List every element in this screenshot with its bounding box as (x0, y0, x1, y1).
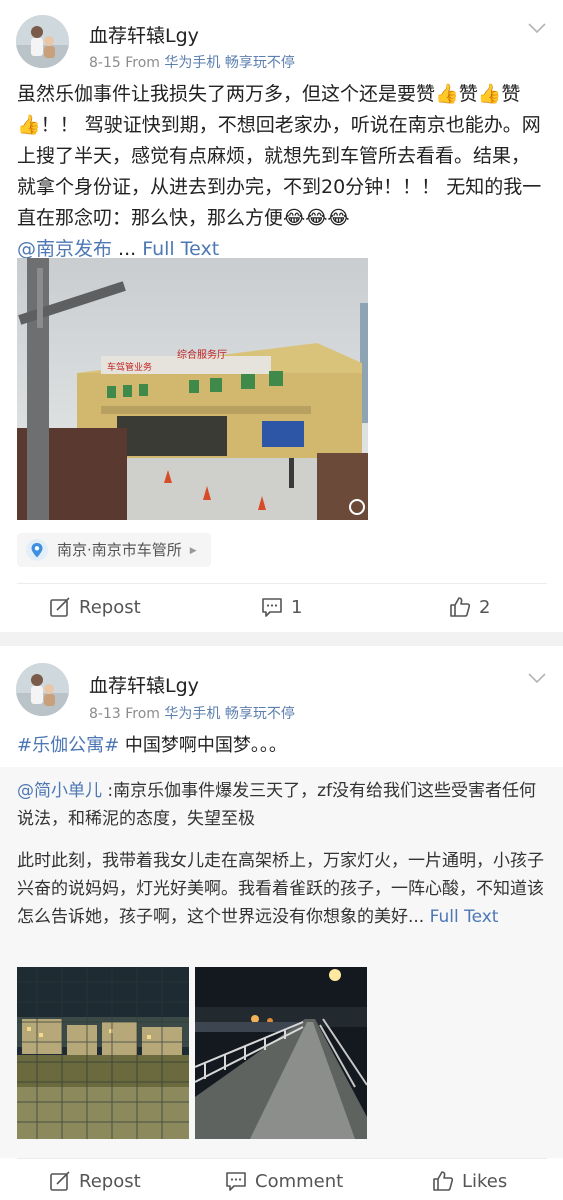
author-name[interactable]: 血荐轩辕Lgy (89, 671, 199, 698)
comment-label: Comment (255, 1170, 344, 1192)
post-text-part: 赞 (458, 83, 478, 105)
author-avatar[interactable] (16, 15, 69, 68)
post-separator (0, 632, 563, 646)
triangle-right-icon: ▶ (189, 545, 197, 556)
post-date: 8-13 (89, 706, 121, 722)
quoted-text: @简小单儿 :南京乐伽事件爆发三天了，zf没有给我们这些受害者任何说法，和稀泥的… (17, 777, 547, 931)
post-text: #乐伽公寓# 中国梦啊中国梦。。。 (17, 732, 287, 760)
repost-button[interactable]: Repost (49, 1170, 141, 1192)
comment-button[interactable]: Comment (225, 1170, 343, 1192)
post-meta: 8-13 From 华为手机 畅享玩不停 (89, 703, 295, 723)
location-tag[interactable]: 南京·南京市车管所 ▶ (17, 533, 211, 567)
post-text-part: 虽然乐伽事件让我损失了两万多，但这个还是要赞 (17, 83, 436, 105)
repost-label: Repost (79, 596, 141, 618)
thumbs-up-emoji-icon: 👍 (435, 83, 459, 105)
comment-count: 1 (291, 596, 303, 618)
like-count: 2 (479, 596, 491, 618)
comment-icon (226, 1172, 246, 1191)
thumbs-up-icon (450, 597, 471, 617)
weibo-post-1: 血荐轩辕Lgy 8-15 From 华为手机 畅享玩不停 虽然乐伽事件让我损失了… (0, 0, 563, 632)
ellipsis: ... (112, 238, 143, 260)
hashtag-link[interactable]: #乐伽公寓# (17, 735, 119, 756)
post-text-part: 中国梦啊中国梦。。。 (119, 735, 287, 756)
author-avatar[interactable] (16, 663, 69, 716)
quoted-author-link[interactable]: @简小单儿 (17, 781, 102, 801)
quoted-photo-2[interactable] (195, 967, 367, 1139)
chevron-down-icon[interactable] (527, 668, 547, 688)
like-button[interactable]: Likes (432, 1170, 507, 1192)
post-source[interactable]: 华为手机 畅享玩不停 (164, 55, 294, 71)
post-text-part: ！！ 驾驶证快到期，不想回老家办，听说在南京也能办。网上搜了半天，感觉有点麻烦，… (17, 114, 542, 229)
post-meta: 8-15 From 华为手机 畅享玩不停 (89, 52, 295, 72)
comment-icon (262, 598, 282, 617)
mention-link[interactable]: @南京发布 (17, 238, 112, 260)
post-source[interactable]: 华为手机 畅享玩不停 (164, 706, 294, 722)
comment-button[interactable]: 1 (261, 596, 302, 618)
quoted-post[interactable]: @简小单儿 :南京乐伽事件爆发三天了，zf没有给我们这些受害者任何说法，和稀泥的… (0, 767, 563, 1158)
building-sign: 车驾管业务 (107, 361, 152, 373)
post-text: 虽然乐伽事件让我损失了两万多，但这个还是要赞👍赞👍赞👍！！ 驾驶证快到期，不想回… (17, 79, 547, 265)
from-label: From (125, 706, 160, 722)
building-sign-2: 综合服务厅 (177, 348, 227, 361)
laugh-cry-emoji-icon: 😂😂😂 (283, 207, 350, 229)
from-label: From (125, 55, 160, 71)
repost-button[interactable]: Repost (49, 596, 141, 618)
thumbs-up-emoji-icon: 👍 (477, 83, 502, 105)
likes-label: Likes (462, 1170, 508, 1192)
divider (17, 583, 547, 584)
like-button[interactable]: 2 (449, 596, 490, 618)
repost-icon (50, 1171, 70, 1191)
location-name: 南京·南京市车管所 (57, 541, 182, 559)
post-date: 8-15 (89, 55, 121, 71)
post-photo[interactable]: 车驾管业务 综合服务厅 (17, 258, 368, 520)
weibo-post-2: 血荐轩辕Lgy 8-13 From 华为手机 畅享玩不停 #乐伽公寓# 中国梦啊… (0, 646, 563, 1200)
repost-label: Repost (79, 1170, 141, 1192)
chevron-down-icon[interactable] (527, 18, 547, 38)
divider (17, 1158, 547, 1159)
repost-icon (50, 597, 70, 617)
author-name[interactable]: 血荐轩辕Lgy (89, 21, 199, 48)
quoted-photo-1[interactable] (17, 967, 189, 1139)
thumbs-up-icon (433, 1171, 454, 1191)
full-text-link[interactable]: Full Text (142, 238, 219, 260)
thumbs-up-emoji-icon: 👍 (17, 114, 41, 136)
location-pin-icon (26, 539, 48, 561)
post-text-part: 赞 (501, 83, 521, 105)
full-text-link[interactable]: Full Text (424, 907, 499, 927)
